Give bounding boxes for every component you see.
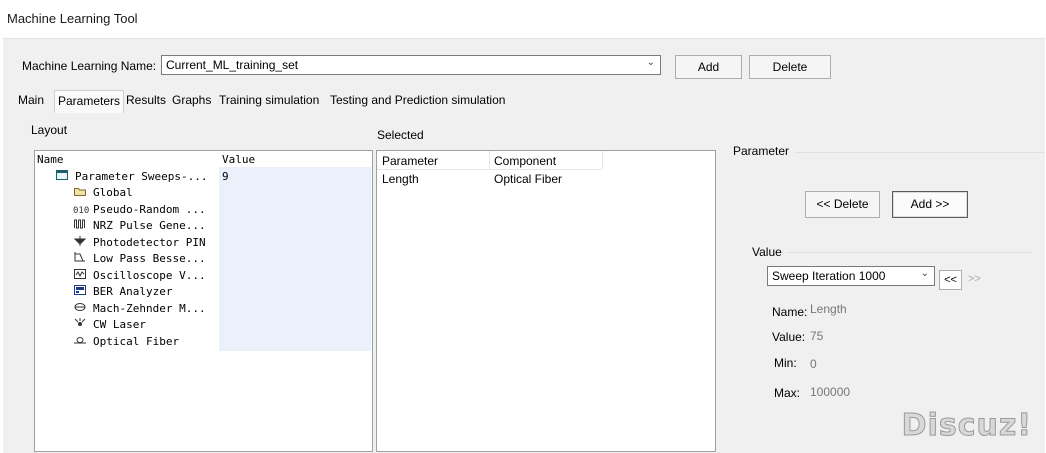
value-group-line	[787, 252, 1032, 253]
parameter-group-line	[795, 152, 1045, 153]
ml-name-label: Machine Learning Name:	[22, 59, 157, 73]
tree-item-global[interactable]: Global	[73, 185, 133, 201]
tree-item-label: Parameter Sweeps-...	[75, 170, 208, 183]
tree-item-label: Global	[93, 186, 133, 199]
lowpass-filter-icon	[73, 252, 87, 268]
layout-col-value: Value	[222, 153, 256, 166]
column-divider	[602, 151, 603, 169]
tree-item-label: Optical Fiber	[93, 335, 180, 348]
layout-tree[interactable]: Name Value Parameter Sweeps-... 9 Global…	[34, 150, 373, 452]
tab-training-simulation[interactable]: Training simulation	[219, 93, 319, 107]
previous-iteration-button[interactable]: <<	[939, 270, 962, 290]
tree-item-oscilloscope[interactable]: Oscilloscope V...	[73, 268, 206, 284]
cw-laser-icon	[73, 318, 87, 334]
tree-item-optical-fiber[interactable]: Optical Fiber	[73, 334, 179, 350]
column-divider	[489, 151, 490, 169]
parameter-title: Parameter	[733, 144, 790, 158]
name-value: Length	[810, 302, 847, 316]
tree-item-label: Photodetector PIN	[93, 236, 206, 249]
sweep-icon	[55, 170, 69, 186]
tree-item-low-pass[interactable]: Low Pass Besse...	[73, 251, 206, 267]
tree-item-label: Mach-Zehnder M...	[93, 302, 206, 315]
sweep-iteration-value: Sweep Iteration 1000	[772, 269, 886, 283]
folder-icon	[73, 186, 87, 202]
min-label: Min:	[774, 356, 797, 370]
mach-zehnder-icon	[73, 302, 87, 318]
value-value: 75	[810, 329, 824, 343]
ber-analyzer-icon	[73, 285, 87, 301]
tree-item-cw-laser[interactable]: CW Laser	[73, 317, 146, 333]
value-label: Value:	[772, 330, 806, 344]
tree-item-ber-analyzer[interactable]: BER Analyzer	[73, 284, 172, 300]
selected-title: Selected	[377, 128, 424, 142]
tree-item-label: NRZ Pulse Gene...	[93, 219, 206, 232]
tree-item-parameter-sweeps[interactable]: Parameter Sweeps-...	[55, 169, 207, 185]
tree-item-mach-zehnder[interactable]: Mach-Zehnder M...	[73, 301, 206, 317]
layout-col-name: Name	[37, 153, 64, 166]
photodetector-icon	[73, 236, 87, 252]
selected-list[interactable]: Parameter Component Length Optical Fiber	[376, 150, 716, 452]
tab-graphs[interactable]: Graphs	[172, 93, 211, 107]
tree-item-photodetector[interactable]: Photodetector PIN	[73, 235, 206, 251]
tree-item-value: 9	[222, 170, 229, 183]
ml-name-value: Current_ML_training_set	[166, 58, 299, 72]
selected-row-parameter[interactable]: Length	[382, 172, 419, 186]
oscilloscope-icon	[73, 269, 87, 285]
value-column-shading	[219, 167, 371, 351]
chevron-down-icon: ⌄	[920, 268, 929, 279]
window-title: Machine Learning Tool	[7, 11, 138, 26]
ml-name-select[interactable]: Current_ML_training_set ⌄	[161, 55, 661, 75]
tree-item-label: Pseudo-Random ...	[93, 203, 206, 216]
tab-main[interactable]: Main	[18, 93, 44, 107]
tree-item-pseudo-random[interactable]: 010 Pseudo-Random ...	[73, 202, 206, 218]
chevron-down-icon: ⌄	[646, 57, 655, 68]
sweep-iteration-select[interactable]: Sweep Iteration 1000 ⌄	[767, 266, 935, 286]
value-group-title: Value	[752, 245, 782, 259]
add-button[interactable]: Add	[675, 55, 742, 79]
remove-parameter-button[interactable]: << Delete	[805, 191, 880, 218]
prbs-icon: 010	[73, 206, 90, 216]
delete-button[interactable]: Delete	[749, 55, 831, 79]
tree-item-label: CW Laser	[93, 318, 146, 331]
selected-row-component[interactable]: Optical Fiber	[494, 172, 562, 186]
next-iteration-button[interactable]: >>	[968, 273, 981, 285]
tree-item-label: Low Pass Besse...	[93, 252, 206, 265]
tab-parameters[interactable]: Parameters	[54, 90, 125, 113]
min-value: 0	[810, 357, 817, 371]
selected-col-parameter: Parameter	[382, 154, 439, 168]
tree-item-nrz-pulse[interactable]: NRZ Pulse Gene...	[73, 218, 206, 234]
selected-col-component: Component	[494, 154, 557, 168]
optical-fiber-icon	[73, 335, 87, 351]
tab-results[interactable]: Results	[126, 93, 166, 107]
discuz-watermark: Discuz!	[901, 408, 1032, 444]
tab-testing-prediction-simulation[interactable]: Testing and Prediction simulation	[330, 93, 505, 107]
nrz-pulse-icon	[73, 219, 87, 235]
max-value: 100000	[810, 385, 851, 399]
max-label: Max:	[774, 386, 801, 400]
layout-title: Layout	[31, 123, 68, 137]
name-label: Name:	[772, 305, 808, 319]
add-parameter-button[interactable]: Add >>	[892, 191, 968, 218]
tree-item-label: Oscilloscope V...	[93, 269, 206, 282]
tree-item-label: BER Analyzer	[93, 285, 173, 298]
